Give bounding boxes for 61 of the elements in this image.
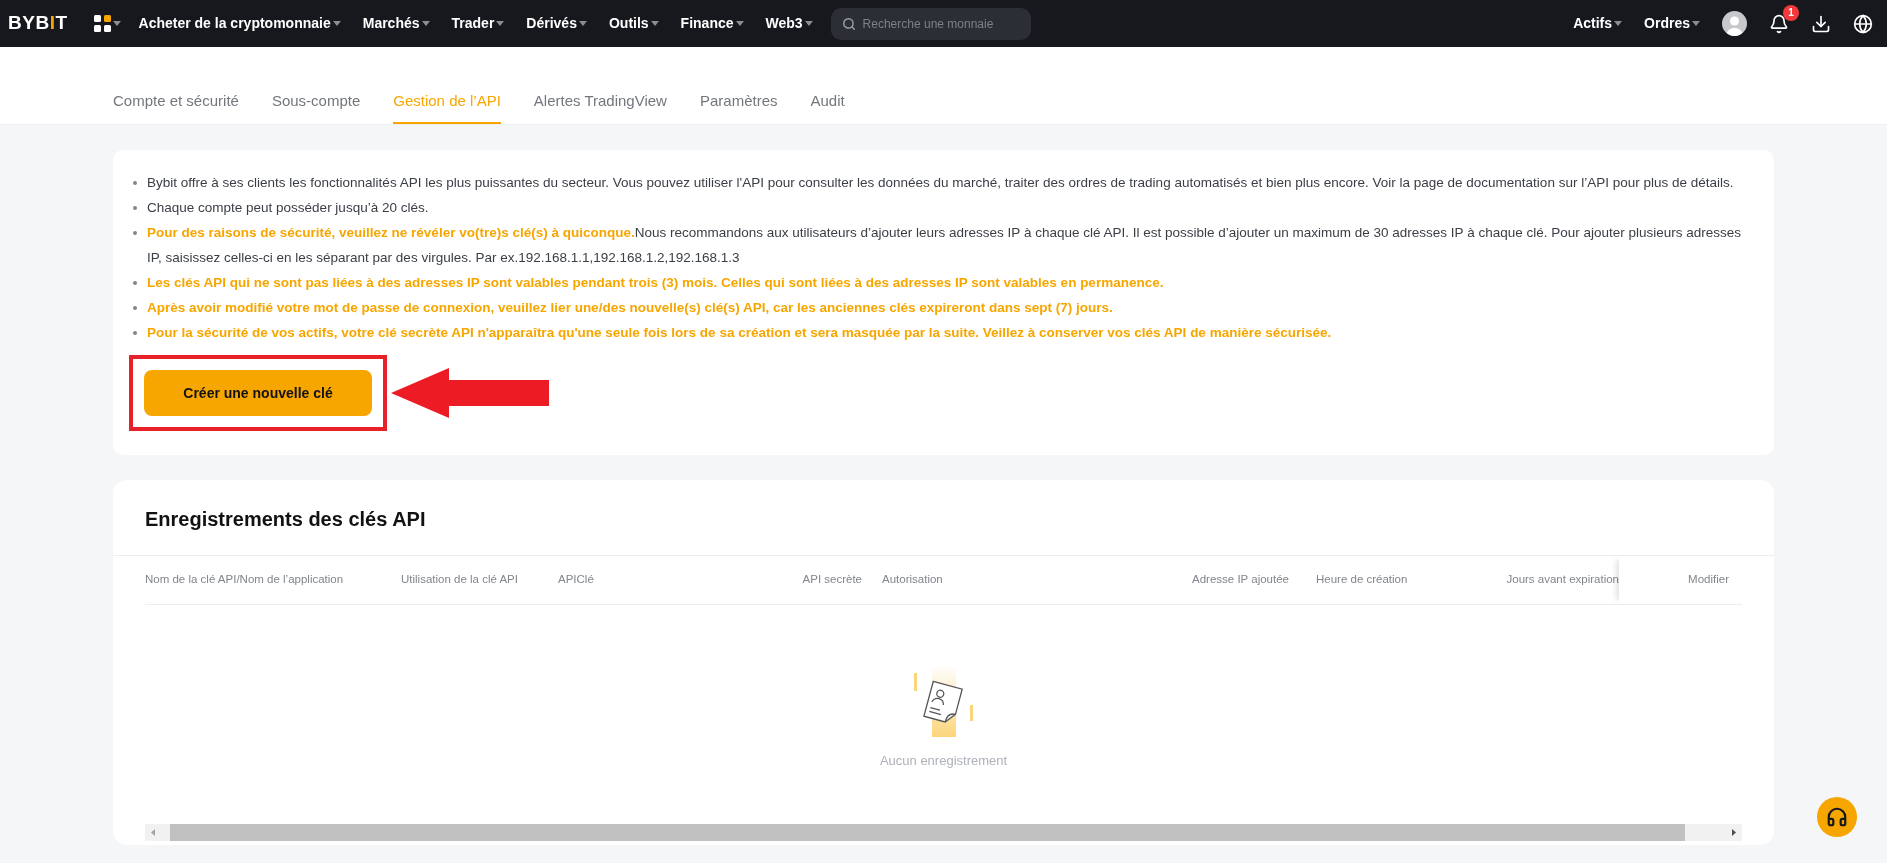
- nav-menu-item[interactable]: Trader: [451, 13, 505, 34]
- support-chat-button[interactable]: [1817, 797, 1857, 837]
- nav-menu-item[interactable]: Actifs: [1573, 13, 1623, 34]
- notice-text: Bybit offre à ses clients les fonctionnalités API les plus puissantes du secteur. Vous pouvez utiliser l'API pour consulter les données du marché, traiter des ordres de trading automatisés et bien plus encore. Voir la page de documentation sur l’API pour plus de détails.: [147, 174, 1734, 192]
- nav-menu-item[interactable]: Outils: [608, 13, 659, 34]
- tab[interactable]: Audit: [810, 89, 845, 124]
- column-header: Adresse IP ajoutée: [1191, 572, 1289, 588]
- column-header: APIClé: [558, 572, 595, 588]
- column-header: Heure de création: [1315, 572, 1409, 588]
- column-header: Autorisation: [881, 572, 944, 588]
- notification-badge: 1: [1783, 4, 1799, 21]
- column-header: Modifier: [1619, 556, 1729, 604]
- bullet-icon: [133, 331, 137, 335]
- nav-menu-item[interactable]: Marchés: [362, 13, 430, 34]
- notice-text: Pour la sécurité de vos actifs, votre clé secrète API n'apparaîtra qu'une seule fois lors de sa création et sera masquée par la suite. Veillez à conserver vos clés API de manière sécurisée.: [147, 324, 1332, 342]
- bullet-icon: [133, 306, 137, 310]
- tab[interactable]: Compte et sécurité: [113, 89, 239, 124]
- tab[interactable]: Paramètres: [699, 89, 778, 124]
- bullet-icon: [133, 181, 137, 185]
- grid-icon: [93, 15, 111, 32]
- notice-text: Après avoir modifié votre mot de passe de connexion, veuillez lier une/des nouvelle(s) clé(s) API, car les anciennes clés expireront dans sept (7) jours.: [147, 299, 1113, 317]
- caret-icon: [735, 21, 744, 27]
- search-icon: [841, 16, 856, 31]
- create-key-button[interactable]: Créer une nouvelle clé: [144, 370, 372, 416]
- caret-icon: [496, 21, 505, 27]
- notice-text: Les clés API qui ne sont pas liées à des adresses IP sont valables pendant trois (3) mois. Celles qui sont liées à des adresses IP sont valables en permanence.: [147, 274, 1164, 292]
- column-header: API secrète: [801, 572, 862, 588]
- headset-icon: [1826, 806, 1848, 828]
- caret-icon: [578, 21, 587, 27]
- logo[interactable]: BYBIT: [8, 9, 68, 38]
- tab[interactable]: Sous-compte: [271, 89, 361, 124]
- nav-menu-item[interactable]: Ordres: [1644, 13, 1700, 34]
- horizontal-scrollbar[interactable]: [145, 824, 1742, 841]
- notice-text: Pour des raisons de sécurité, veuillez ne révéler vo(tre)s clé(s) à quiconque.Nous recommandons aux utilisateurs d’ajouter leurs adresses IP à chaque clé API. Il est possible d’ajouter un maximum de 30 adresses IP à chaque clé. Pour ajouter plusieurs adresses IP, saisissez celles-ci en les séparant par des virgules. Par ex.192.168.1.1,192.168.1.2,192.168.1.3: [147, 224, 1743, 267]
- bullet-icon: [133, 206, 137, 210]
- column-header: Nom de la clé API/Nom de l’application: [145, 572, 345, 588]
- nav-menu-item[interactable]: Dérivés: [526, 13, 587, 34]
- nav-menu-item[interactable]: Acheter de la cryptomonnaie: [138, 13, 341, 34]
- empty-state-text: Aucun enregistrement: [879, 751, 1008, 770]
- bullet-icon: [133, 281, 137, 285]
- tab[interactable]: Alertes TradingView: [533, 89, 667, 124]
- caret-icon: [332, 21, 341, 27]
- notifications-icon[interactable]: [1769, 13, 1789, 34]
- column-header: Jours avant expiration: [1505, 572, 1619, 588]
- apps-menu-button[interactable]: [93, 15, 121, 32]
- caret-icon: [804, 21, 813, 27]
- caret-icon: [650, 21, 659, 27]
- column-header: Utilisation de la clé API: [401, 572, 519, 588]
- nav-menu-item[interactable]: Web3: [765, 13, 813, 34]
- records-title: Enregistrements des clés API: [144, 507, 427, 532]
- notice-text: Chaque compte peut posséder jusqu’à 20 clés.: [147, 199, 429, 217]
- caret-icon: [421, 21, 430, 27]
- caret-icon: [1692, 21, 1700, 27]
- avatar[interactable]: [1722, 11, 1747, 36]
- nav-menu-item[interactable]: Finance: [680, 13, 744, 34]
- download-icon[interactable]: [1811, 13, 1831, 34]
- bullet-icon: [133, 231, 137, 235]
- caret-icon: [112, 21, 121, 27]
- caret-icon: [1614, 21, 1623, 27]
- search-field[interactable]: Recherche une monnaie: [830, 7, 1031, 40]
- language-icon[interactable]: [1853, 13, 1873, 34]
